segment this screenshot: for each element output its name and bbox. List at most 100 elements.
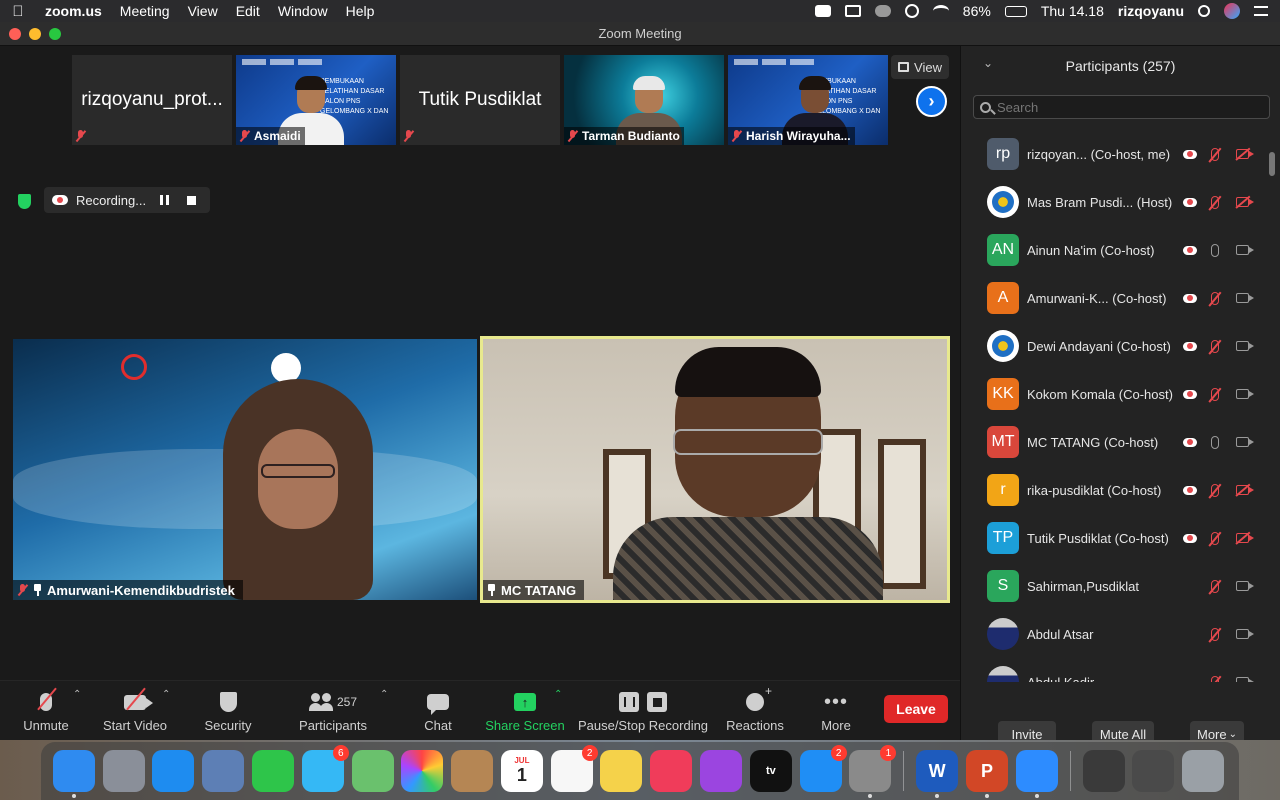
launchpad-icon[interactable] xyxy=(102,750,145,792)
mic-muted-icon[interactable] xyxy=(1211,675,1219,682)
participant-row[interactable]: A Amurwani-K... (Co-host) xyxy=(961,274,1267,322)
video-tile[interactable]: PEMBUKAAN PELATIHAN DASAR CALON PNS GELO… xyxy=(236,55,396,145)
participants-button[interactable]: 257 Participants xyxy=(296,681,370,741)
participant-row[interactable]: TP Tutik Pusdiklat (Co-host) xyxy=(961,514,1267,562)
menu-window[interactable]: Window xyxy=(269,3,337,19)
finder-icon[interactable] xyxy=(52,750,95,798)
video-icon[interactable] xyxy=(1236,437,1254,447)
mic-icon[interactable] xyxy=(1211,435,1219,449)
pause-stop-recording-button[interactable]: Pause/Stop Recording xyxy=(578,681,708,741)
video-icon[interactable] xyxy=(1236,389,1254,399)
menu-meeting[interactable]: Meeting xyxy=(111,3,179,19)
system-preferences-icon[interactable]: 1 xyxy=(849,745,897,798)
next-page-button[interactable]: › xyxy=(916,86,947,117)
video-icon[interactable] xyxy=(1236,629,1254,639)
video-tile[interactable]: PEMBUKAAN PELATIHAN DASAR CALON PNS GELO… xyxy=(728,55,888,145)
participants-options-chevron-icon[interactable]: ⌃ xyxy=(380,689,388,700)
participant-row[interactable]: Abdul Kadir xyxy=(961,658,1267,682)
chevron-down-icon[interactable]: ⌄ xyxy=(983,56,993,70)
downloads-stack-icon[interactable] xyxy=(1082,750,1125,792)
contacts-icon[interactable] xyxy=(451,750,494,792)
video-options-chevron-icon[interactable]: ⌃ xyxy=(162,689,170,700)
participant-row[interactable]: Mas Bram Pusdi... (Host) xyxy=(961,178,1267,226)
security-button[interactable]: Security xyxy=(198,681,258,741)
mic-muted-icon[interactable] xyxy=(1211,627,1219,641)
menu-view[interactable]: View xyxy=(179,3,227,19)
video-tile[interactable]: Tarman Budianto xyxy=(564,55,724,145)
control-center-icon[interactable] xyxy=(1254,6,1268,16)
word-icon[interactable]: W xyxy=(916,750,959,798)
mic-icon[interactable] xyxy=(1211,243,1219,257)
messages-icon[interactable]: 6 xyxy=(301,745,349,792)
reactions-button[interactable]: Reactions xyxy=(724,681,786,741)
safari-icon[interactable] xyxy=(152,750,195,792)
battery-percent[interactable]: 86% xyxy=(963,3,991,19)
share-options-chevron-icon[interactable]: ⌃ xyxy=(554,689,562,700)
participant-row[interactable]: KK Kokom Komala (Co-host) xyxy=(961,370,1267,418)
photos-icon[interactable] xyxy=(401,750,444,792)
participant-row[interactable]: Dewi Andayani (Co-host) xyxy=(961,322,1267,370)
battery-icon[interactable] xyxy=(1004,5,1027,17)
video-off-icon[interactable] xyxy=(1236,485,1254,495)
participant-row[interactable]: Abdul Atsar xyxy=(961,610,1267,658)
search-box[interactable] xyxy=(973,95,1270,119)
participant-row[interactable]: S Sahirman,Pusdiklat xyxy=(961,562,1267,610)
video-tile-amurwani[interactable]: Amurwani-Kemendikbudristek xyxy=(13,339,477,600)
video-off-icon[interactable] xyxy=(1236,533,1254,543)
menu-user[interactable]: rizqoyanu xyxy=(1118,3,1184,19)
participants-scrollbar[interactable] xyxy=(1269,152,1277,704)
video-icon[interactable] xyxy=(1236,341,1254,351)
menu-help[interactable]: Help xyxy=(337,3,384,19)
trash-icon[interactable] xyxy=(1182,750,1225,792)
wifi-icon[interactable] xyxy=(932,5,949,17)
notification-icon[interactable] xyxy=(844,5,861,17)
spotlight-search-icon[interactable] xyxy=(1198,5,1210,17)
window-minimize-button[interactable] xyxy=(29,27,41,40)
video-tile[interactable]: Tutik Pusdiklat xyxy=(400,55,560,145)
stop-recording-button[interactable] xyxy=(187,195,197,205)
video-icon[interactable] xyxy=(1236,245,1254,255)
pause-recording-button[interactable] xyxy=(160,195,170,205)
facetime-icon[interactable] xyxy=(252,750,295,792)
participant-row[interactable]: rp rizqoyan... (Co-host, me) xyxy=(961,130,1267,178)
mic-muted-icon[interactable] xyxy=(1211,291,1219,305)
view-button[interactable]: View xyxy=(891,55,949,79)
zoom-icon[interactable] xyxy=(1015,750,1058,798)
search-input[interactable] xyxy=(997,99,1237,115)
creative-cloud-icon[interactable] xyxy=(874,5,891,17)
powerpoint-icon[interactable]: P xyxy=(965,750,1008,798)
apple-icon[interactable]:  xyxy=(0,3,36,20)
music-icon[interactable] xyxy=(650,750,693,792)
screenshots-stack-icon[interactable] xyxy=(1132,750,1175,792)
calendar-icon[interactable]: JUL 1 xyxy=(500,750,543,792)
appletv-icon[interactable]: tv xyxy=(749,750,792,792)
unmute-button[interactable]: Unmute xyxy=(14,681,78,741)
mic-muted-icon[interactable] xyxy=(1211,531,1219,545)
cursor-icon[interactable] xyxy=(904,4,919,18)
appstore-icon[interactable]: 2 xyxy=(799,745,847,792)
more-button[interactable]: ••• More xyxy=(815,681,857,741)
mic-muted-icon[interactable] xyxy=(1211,195,1219,209)
notes-icon[interactable] xyxy=(600,750,643,792)
encryption-shield-icon[interactable] xyxy=(14,191,34,211)
mic-muted-icon[interactable] xyxy=(1211,339,1219,353)
participant-row[interactable]: AN Ainun Na'im (Co-host) xyxy=(961,226,1267,274)
menu-app-name[interactable]: zoom.us xyxy=(36,3,111,19)
mail-stamp-icon[interactable] xyxy=(202,750,245,792)
video-icon[interactable] xyxy=(1236,581,1254,591)
video-icon[interactable] xyxy=(1236,293,1254,303)
participant-row[interactable]: r rika-pusdiklat (Co-host) xyxy=(961,466,1267,514)
menu-edit[interactable]: Edit xyxy=(227,3,269,19)
chat-button[interactable]: Chat xyxy=(418,681,458,741)
video-tile[interactable]: rizqoyanu_prot... xyxy=(72,55,232,145)
start-video-button[interactable]: Start Video xyxy=(98,681,172,741)
podcasts-icon[interactable] xyxy=(700,750,743,792)
reminders-icon[interactable]: 2 xyxy=(550,745,598,792)
maps-icon[interactable] xyxy=(351,750,394,792)
video-icon[interactable] xyxy=(1236,677,1254,682)
user-avatar-icon[interactable] xyxy=(1224,3,1240,19)
mic-muted-icon[interactable] xyxy=(1211,483,1219,497)
audio-options-chevron-icon[interactable]: ⌃ xyxy=(73,689,81,700)
clock[interactable]: Thu 14.18 xyxy=(1041,3,1104,19)
window-close-button[interactable] xyxy=(9,27,21,40)
